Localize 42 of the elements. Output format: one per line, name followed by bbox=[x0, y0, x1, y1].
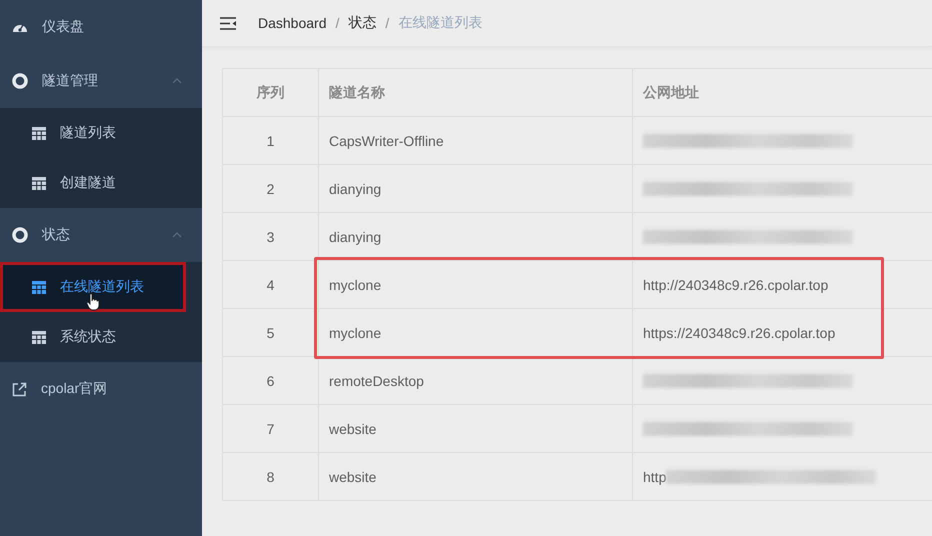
external-link-icon bbox=[12, 382, 27, 396]
lifebuoy-icon bbox=[12, 227, 28, 243]
address-fragment: http bbox=[643, 468, 666, 484]
table-cell: 6 bbox=[223, 357, 319, 405]
sidebar-item[interactable]: cpolar官网 bbox=[0, 362, 202, 416]
grid-icon bbox=[32, 330, 46, 344]
sidebar-subitem[interactable]: 系统状态 bbox=[0, 312, 202, 362]
grid-icon bbox=[32, 176, 46, 190]
lifebuoy-icon bbox=[12, 73, 28, 89]
table-cell: 3 bbox=[223, 213, 319, 261]
breadcrumb-separator: / bbox=[336, 15, 340, 31]
column-header: 公网地址 bbox=[633, 69, 932, 117]
sidebar-subitem[interactable]: 隧道列表 bbox=[0, 108, 202, 158]
table-cell: 1 bbox=[223, 117, 319, 165]
column-header: 隧道名称 bbox=[319, 69, 633, 117]
table-cell: website bbox=[319, 405, 633, 453]
table-cell: website bbox=[319, 453, 633, 501]
breadcrumb-link[interactable]: 状态 bbox=[348, 14, 376, 32]
table-cell: dianying bbox=[319, 213, 633, 261]
table-cell: 8 bbox=[223, 453, 319, 501]
table-cell: 2 bbox=[223, 165, 319, 213]
grid-icon bbox=[32, 126, 46, 140]
breadcrumb-separator: / bbox=[385, 15, 390, 31]
table-cell: CapsWriter-Offline bbox=[319, 117, 633, 165]
sidebar-item[interactable]: 隧道管理 bbox=[0, 54, 202, 108]
sidebar-item[interactable]: 仪表盘 bbox=[0, 0, 202, 54]
table-cell: 5 bbox=[223, 309, 319, 357]
table-cell: remoteDesktop bbox=[319, 357, 633, 405]
table-cell: dianying bbox=[319, 165, 633, 213]
menu-fold-icon[interactable] bbox=[220, 16, 236, 30]
column-header: 序列 bbox=[223, 69, 319, 117]
breadcrumb-link[interactable]: Dashboard bbox=[258, 15, 326, 31]
table-cell: myclone bbox=[319, 261, 633, 309]
table-cell: 4 bbox=[223, 261, 319, 309]
table-cell: 7 bbox=[223, 405, 319, 453]
grid-icon bbox=[32, 280, 46, 294]
table-cell: https://240348c9.r26.cpolar.top bbox=[633, 309, 932, 357]
table-cell: http://240348c9.r26.cpolar.top bbox=[633, 261, 932, 309]
sidebar-subitem[interactable]: 创建隧道 bbox=[0, 158, 202, 208]
table-cell: myclone bbox=[319, 309, 633, 357]
sidebar-subitem[interactable]: 在线隧道列表 bbox=[0, 262, 186, 312]
sidebar-item[interactable]: 状态 bbox=[0, 208, 202, 262]
